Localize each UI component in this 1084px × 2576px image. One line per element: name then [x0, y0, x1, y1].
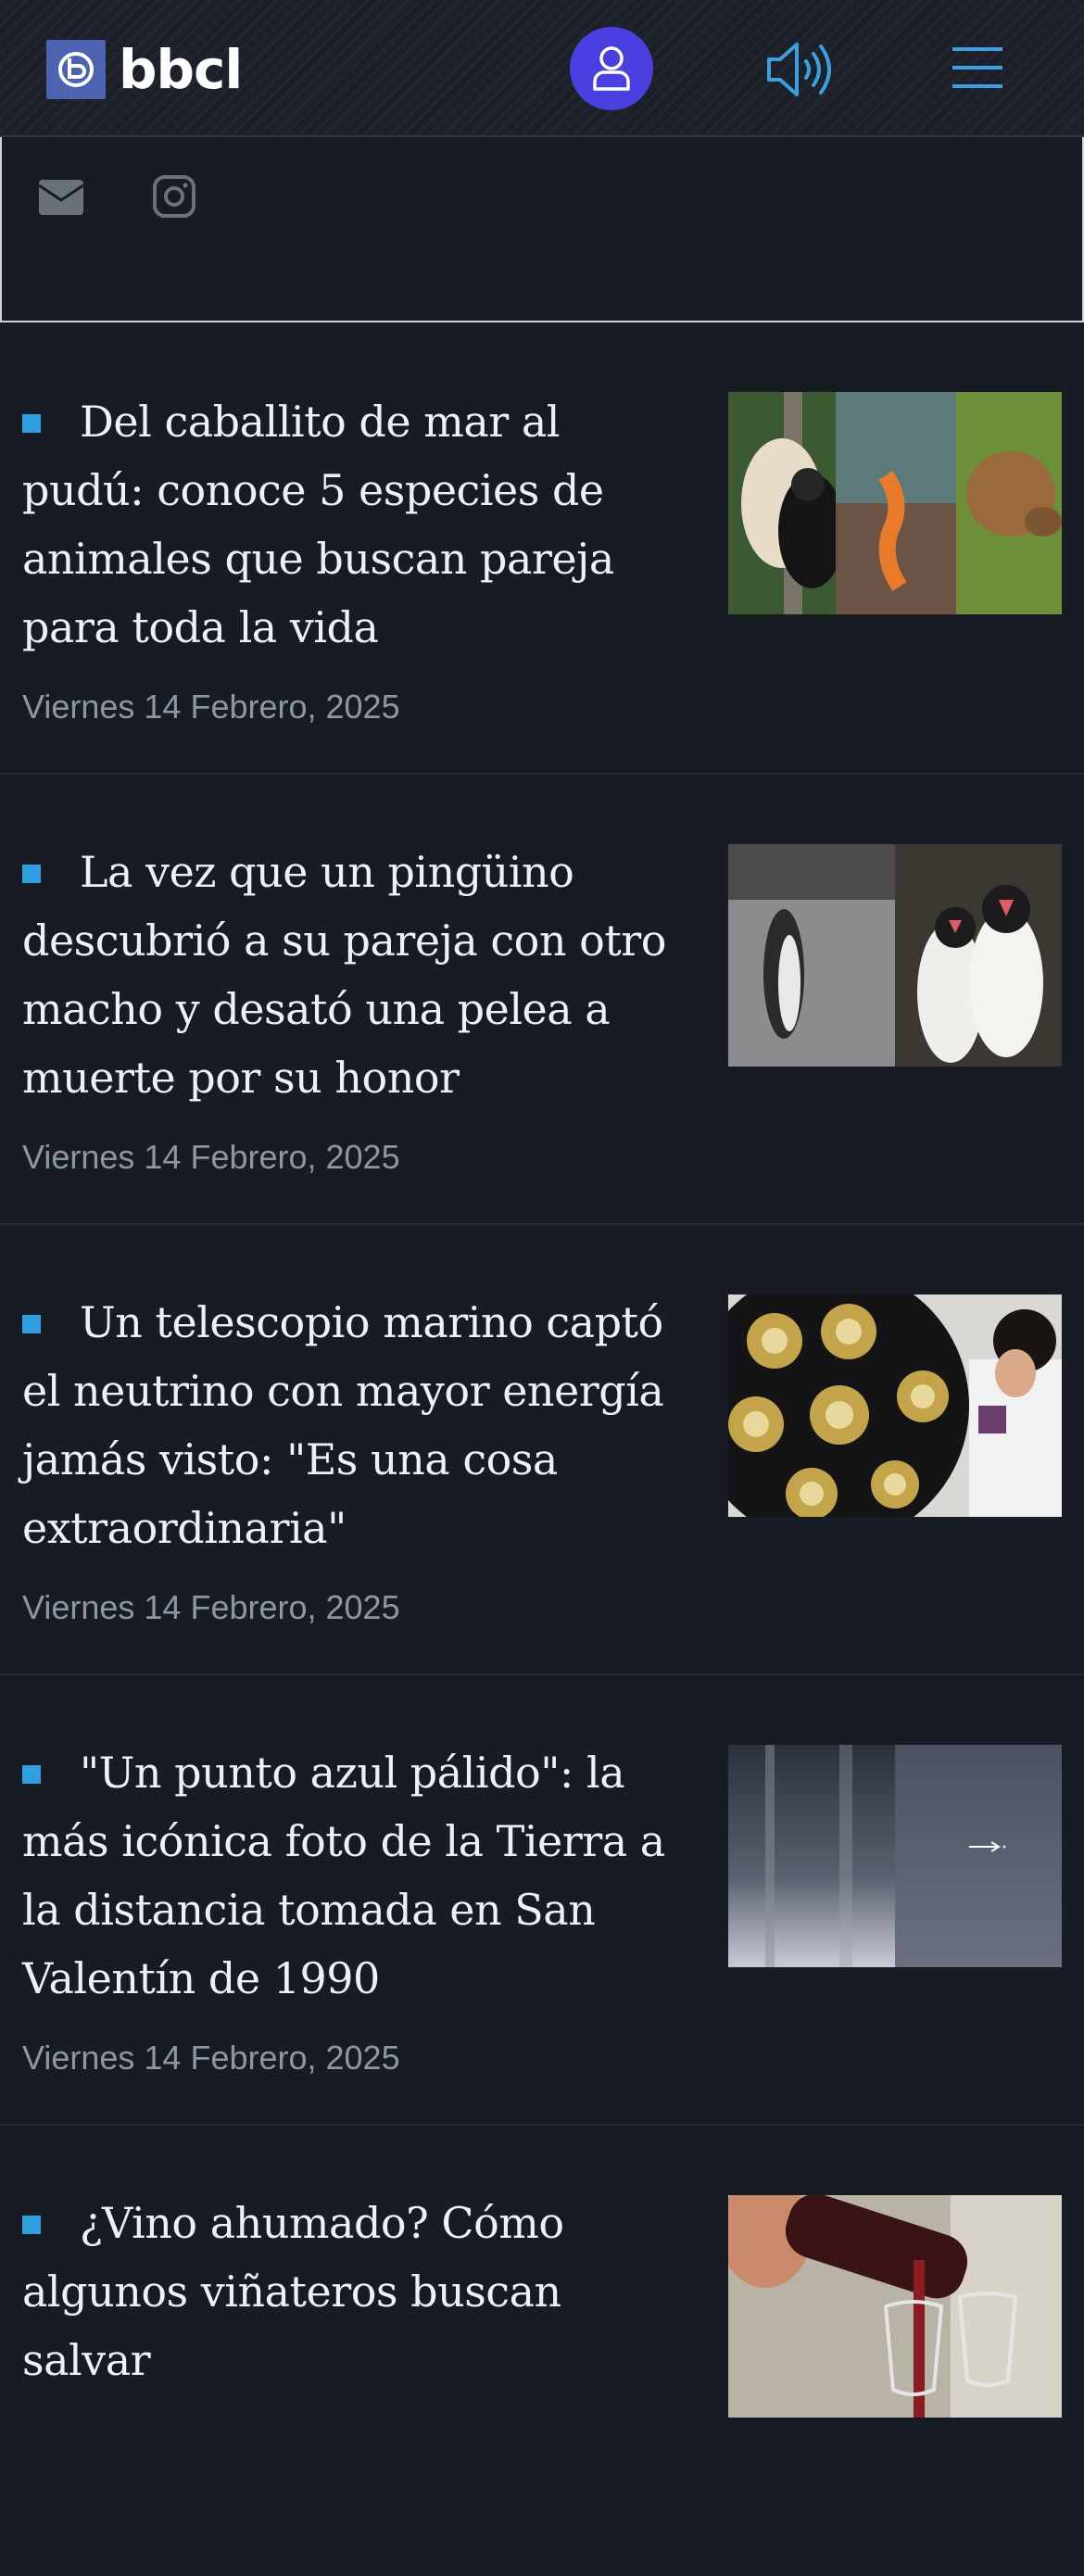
bullet-marker: [22, 1315, 41, 1333]
article-title[interactable]: La vez que un pingüino descubrió a su pa…: [22, 838, 689, 1112]
user-account-button[interactable]: [570, 27, 653, 110]
share-panel: [0, 137, 1084, 322]
user-icon: [593, 46, 630, 91]
article-item[interactable]: Un telescopio marino captó el neutrino c…: [0, 1225, 1084, 1675]
article-title[interactable]: "Un punto azul pálido": la más icónica f…: [22, 1738, 689, 2013]
article-item[interactable]: Del caballito de mar al pudú: conoce 5 e…: [0, 324, 1084, 775]
article-title[interactable]: Un telescopio marino captó el neutrino c…: [22, 1288, 689, 1562]
instagram-share-button[interactable]: [150, 172, 198, 221]
article-item[interactable]: ¿Vino ahumado? Cómo algunos viñateros bu…: [0, 2126, 1084, 2576]
bullet-marker: [22, 2216, 41, 2234]
instagram-icon: [153, 175, 195, 218]
article-thumbnail[interactable]: [728, 2195, 1062, 2418]
audio-live-button[interactable]: [765, 37, 836, 102]
article-thumbnail[interactable]: [728, 1745, 1062, 1967]
article-item[interactable]: "Un punto azul pálido": la más icónica f…: [0, 1675, 1084, 2126]
article-thumbnail[interactable]: [728, 392, 1062, 614]
article-thumbnail[interactable]: [728, 1294, 1062, 1517]
main-menu-button[interactable]: [951, 39, 1004, 96]
logo-text: bbcl: [119, 38, 243, 101]
article-item[interactable]: La vez que un pingüino descubrió a su pa…: [0, 775, 1084, 1225]
top-header: bbcl: [0, 0, 1084, 137]
article-date: Viernes 14 Febrero, 2025: [22, 1138, 400, 1176]
article-title[interactable]: ¿Vino ahumado? Cómo algunos viñateros bu…: [22, 2189, 689, 2394]
hamburger-menu-icon: [952, 47, 1002, 88]
logo-mark-icon: [46, 40, 106, 99]
site-logo[interactable]: bbcl: [46, 38, 243, 101]
email-icon: [38, 180, 84, 215]
article-date: Viernes 14 Febrero, 2025: [22, 2039, 400, 2077]
article-date: Viernes 14 Febrero, 2025: [22, 688, 400, 726]
bullet-marker: [22, 1765, 41, 1784]
bullet-marker: [22, 414, 41, 433]
article-date: Viernes 14 Febrero, 2025: [22, 1588, 400, 1626]
article-thumbnail[interactable]: [728, 844, 1062, 1067]
article-title[interactable]: Del caballito de mar al pudú: conoce 5 e…: [22, 387, 689, 662]
email-share-button[interactable]: [37, 172, 85, 221]
bullet-marker: [22, 865, 41, 883]
speaker-icon: [767, 43, 831, 96]
